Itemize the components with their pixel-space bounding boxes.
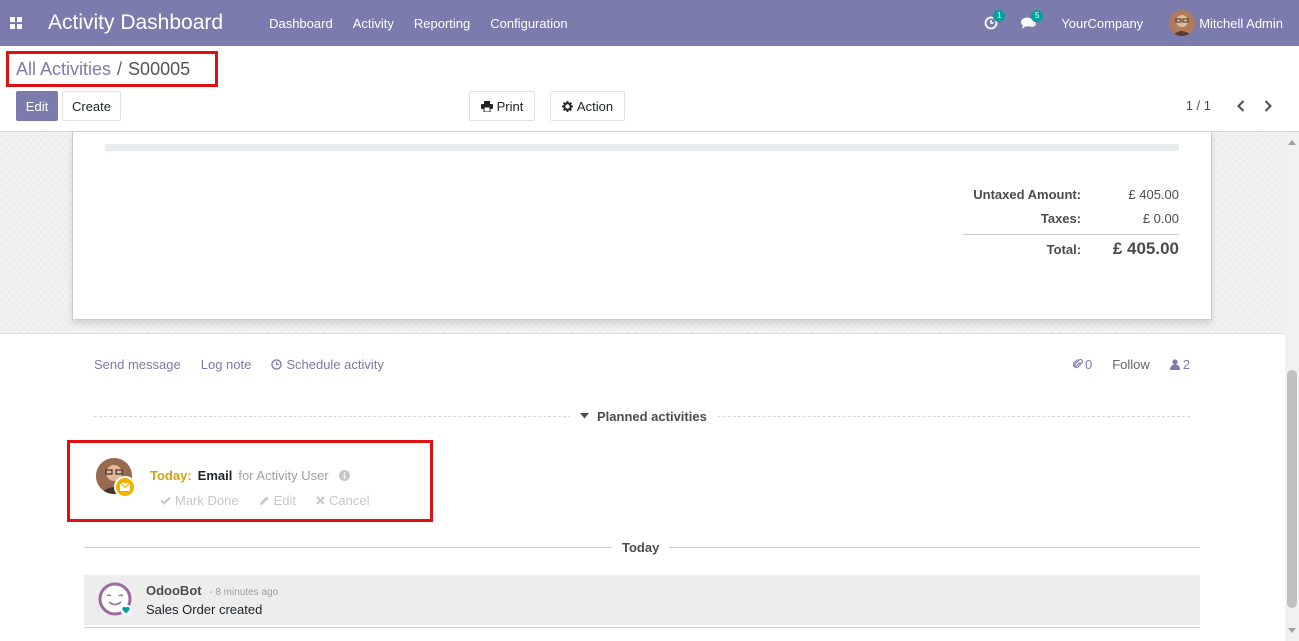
- info-icon[interactable]: [338, 470, 350, 481]
- message-author: OdooBot - 8 minutes ago: [146, 583, 278, 598]
- send-message-button[interactable]: Send message: [94, 357, 181, 372]
- totals-block: Untaxed Amount: £ 405.00 Taxes: £ 0.00 T…: [963, 182, 1179, 261]
- taxes-label: Taxes:: [1040, 210, 1082, 226]
- schedule-activity-label: Schedule activity: [286, 356, 384, 372]
- menu-activity[interactable]: Activity: [353, 16, 394, 31]
- chatter-topbar: Send message Log note Schedule activity …: [94, 355, 1190, 373]
- planned-activities-label: Planned activities: [597, 408, 707, 424]
- paperclip-icon: [1072, 358, 1083, 369]
- follow-button[interactable]: Follow: [1112, 357, 1150, 372]
- total-label: Total:: [1046, 241, 1082, 257]
- caret-down-icon: [580, 413, 589, 419]
- message-timestamp: - 8 minutes ago: [209, 587, 279, 598]
- order-lines-footer: [105, 144, 1179, 151]
- untaxed-amount-label: Untaxed Amount:: [973, 186, 1082, 202]
- schedule-activity-button[interactable]: Schedule activity: [271, 357, 384, 372]
- menu-configuration[interactable]: Configuration: [490, 16, 567, 31]
- log-note-button[interactable]: Log note: [201, 357, 252, 372]
- messages-count-badge: 5: [1031, 10, 1044, 22]
- totals-divider: [963, 234, 1179, 235]
- untaxed-amount-value: £ 405.00: [1128, 186, 1179, 202]
- control-panel: All Activities / S00005 Edit Create Prin…: [0, 46, 1299, 132]
- followers-button[interactable]: 2: [1169, 356, 1190, 372]
- message-item: OdooBot - 8 minutes ago Sales Order crea…: [84, 575, 1200, 625]
- breadcrumb: All Activities / S00005: [6, 51, 218, 87]
- total-value: £ 405.00: [1112, 239, 1179, 258]
- user-avatar: [1169, 10, 1196, 36]
- mark-done-button[interactable]: Mark Done: [160, 493, 239, 508]
- scroll-down-icon[interactable]: [1288, 628, 1296, 633]
- gear-icon: [561, 100, 573, 112]
- company-switcher[interactable]: YourCompany: [1061, 16, 1143, 31]
- message-body: Sales Order created: [146, 602, 263, 617]
- followers-count: 2: [1182, 356, 1190, 372]
- breadcrumb-parent[interactable]: All Activities: [16, 59, 111, 80]
- user-menu[interactable]: Mitchell Admin: [1169, 10, 1283, 36]
- action-label: Action: [576, 98, 614, 114]
- message-bottom-divider: [84, 627, 1200, 628]
- activity-assignee: for Activity User: [238, 468, 329, 483]
- menu-dashboard[interactable]: Dashboard: [269, 16, 333, 31]
- planned-activity-item: Today: Email for Activity User Mark Done…: [67, 440, 433, 522]
- edit-activity-button[interactable]: Edit: [259, 493, 296, 508]
- top-navbar: Activity Dashboard Dashboard Activity Re…: [0, 0, 1299, 46]
- print-label: Print: [496, 98, 524, 114]
- edit-button[interactable]: Edit: [16, 91, 58, 121]
- mark-done-label: Mark Done: [175, 493, 239, 508]
- breadcrumb-separator: /: [117, 58, 123, 79]
- create-button[interactable]: Create: [62, 91, 121, 121]
- clock-icon: [271, 358, 283, 370]
- planned-activities-toggle[interactable]: Planned activities: [570, 408, 717, 424]
- close-icon: [316, 496, 325, 505]
- cancel-activity-label: Cancel: [328, 493, 370, 508]
- form-sheet: Untaxed Amount: £ 405.00 Taxes: £ 0.00 T…: [72, 132, 1212, 320]
- user-name: Mitchell Admin: [1199, 15, 1283, 31]
- app-title[interactable]: Activity Dashboard: [48, 11, 223, 35]
- messages-icon[interactable]: 5: [1013, 0, 1045, 46]
- today-separator-label: Today: [612, 539, 670, 555]
- attachments-count: 0: [1084, 356, 1093, 372]
- pager-value[interactable]: 1 / 1: [1186, 98, 1211, 113]
- edit-activity-label: Edit: [273, 493, 296, 508]
- menu-reporting[interactable]: Reporting: [414, 16, 470, 31]
- check-icon: [160, 496, 171, 505]
- pager-next-icon[interactable]: [1258, 94, 1278, 118]
- email-activity-icon: [114, 476, 136, 498]
- apps-menu-icon[interactable]: [0, 0, 32, 46]
- scroll-up-icon[interactable]: [1288, 140, 1296, 145]
- pager-previous-icon[interactable]: [1231, 94, 1251, 118]
- message-author-name[interactable]: OdooBot: [146, 583, 202, 598]
- activity-count-badge: 1: [993, 10, 1006, 22]
- taxes-value: £ 0.00: [1142, 210, 1179, 226]
- scrollbar-thumb[interactable]: [1287, 370, 1297, 608]
- action-button[interactable]: Action: [550, 91, 625, 121]
- cancel-activity-button[interactable]: Cancel: [316, 493, 369, 508]
- activity-clock-icon[interactable]: 1: [975, 0, 1007, 46]
- breadcrumb-current: S00005: [128, 58, 191, 79]
- print-button[interactable]: Print: [469, 91, 535, 121]
- print-icon: [480, 100, 493, 112]
- odoobot-avatar[interactable]: [98, 582, 132, 616]
- page-scrollbar[interactable]: [1285, 132, 1299, 641]
- attachments-button[interactable]: 0: [1072, 356, 1093, 372]
- form-background: Untaxed Amount: £ 405.00 Taxes: £ 0.00 T…: [0, 132, 1285, 334]
- activity-due-label: Today:: [150, 468, 192, 483]
- activity-type: Email: [197, 468, 233, 483]
- pencil-icon: [259, 496, 269, 505]
- user-icon: [1169, 358, 1180, 370]
